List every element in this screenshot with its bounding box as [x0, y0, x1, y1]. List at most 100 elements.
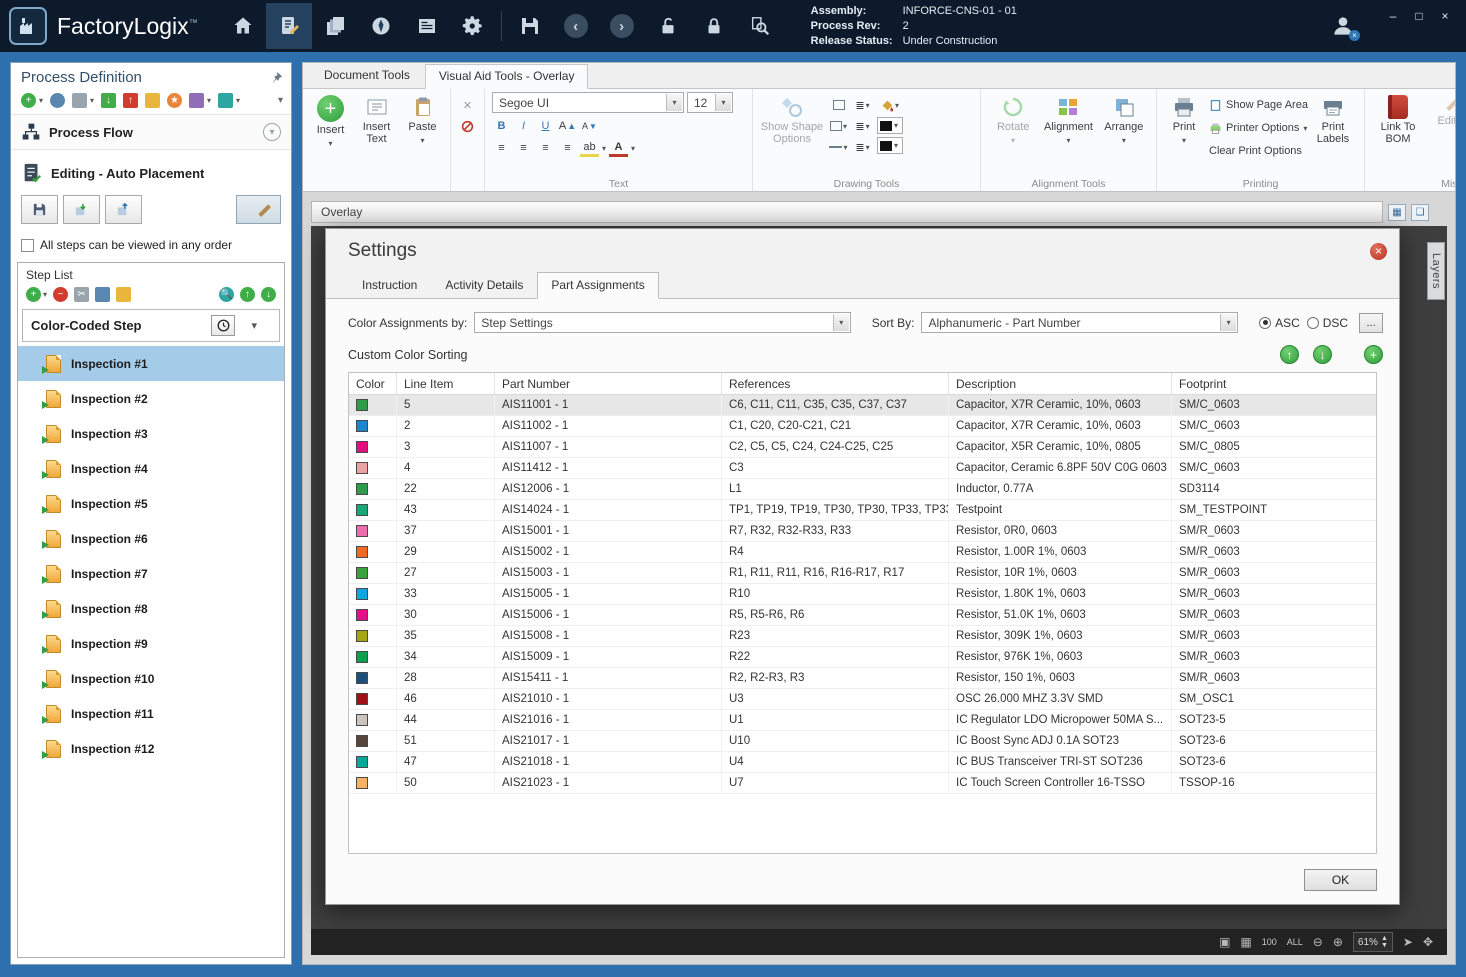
color-swatch[interactable]: [356, 399, 368, 411]
color-swatch[interactable]: [356, 441, 368, 453]
show-shape-options-button[interactable]: Show Shape Options: [760, 92, 824, 145]
table-row[interactable]: 3 AIS11007 - 1 C2, C5, C5, C24, C24-C25,…: [349, 437, 1376, 458]
column-header-references[interactable]: References: [722, 373, 949, 394]
sort-by-select[interactable]: Alphanumeric - Part Number ▾: [921, 312, 1239, 333]
table-row[interactable]: 47 AIS21018 - 1 U4 IC BUS Transceiver TR…: [349, 752, 1376, 773]
chevron-down-icon[interactable]: ▾: [251, 319, 257, 332]
arrange-button[interactable]: Arrange ▾: [1099, 92, 1149, 147]
expand-circle-icon[interactable]: ▾: [263, 123, 281, 141]
ribbon-tab[interactable]: Document Tools: [310, 63, 424, 88]
add-color-button[interactable]: +: [1364, 345, 1383, 364]
import-icon[interactable]: ↓: [101, 93, 117, 108]
export-template-button[interactable]: [105, 195, 142, 224]
step-list-item[interactable]: Inspection #5: [18, 486, 284, 521]
pointer-icon[interactable]: ➤: [1403, 935, 1413, 949]
fit-page-icon[interactable]: ▣: [1219, 935, 1230, 949]
printer-options-button[interactable]: Printer Options ▾: [1209, 119, 1308, 137]
step-list-item[interactable]: Inspection #2: [18, 381, 284, 416]
save-step-button[interactable]: [21, 195, 58, 224]
clear-button[interactable]: [458, 117, 477, 135]
table-row[interactable]: 34 AIS15009 - 1 R22 Resistor, 976K 1%, 0…: [349, 647, 1376, 668]
layers-tab[interactable]: Layers: [1427, 242, 1445, 301]
color-swatch[interactable]: [356, 714, 368, 726]
lock-button[interactable]: [691, 3, 737, 49]
align-right-button[interactable]: ≡: [536, 139, 555, 157]
color-swatch[interactable]: [356, 462, 368, 474]
step-list-item[interactable]: Inspection #7: [18, 556, 284, 591]
edit-button[interactable]: Edit: [1429, 92, 1455, 127]
pin-icon[interactable]: [270, 71, 283, 84]
move-color-down-button[interactable]: ↓: [1313, 345, 1332, 364]
collapse-chevron-icon[interactable]: ▾: [278, 95, 283, 106]
table-row[interactable]: 35 AIS15008 - 1 R23 Resistor, 309K 1%, 0…: [349, 626, 1376, 647]
column-header-color[interactable]: Color: [349, 373, 397, 394]
step-list-item[interactable]: Inspection #12: [18, 731, 284, 766]
highlight-button[interactable]: ab: [580, 139, 599, 157]
dialog-close-button[interactable]: ×: [1370, 242, 1387, 260]
color-swatch[interactable]: [356, 693, 368, 705]
font-color-button[interactable]: A: [609, 139, 629, 157]
step-list-item[interactable]: Inspection #3: [18, 416, 284, 451]
move-step-up-button[interactable]: ↑: [240, 287, 255, 302]
alignment-button[interactable]: Alignment ▾: [1043, 92, 1093, 147]
add-icon[interactable]: +: [21, 93, 36, 108]
inspect-button[interactable]: [737, 3, 783, 49]
move-color-up-button[interactable]: ↑: [1280, 345, 1299, 364]
dialog-tab[interactable]: Activity Details: [431, 272, 537, 299]
align-justify-button[interactable]: ≡: [558, 139, 577, 157]
table-row[interactable]: 2 AIS11002 - 1 C1, C20, C20-C21, C21 Cap…: [349, 416, 1376, 437]
reports-button[interactable]: [404, 3, 450, 49]
table-row[interactable]: 27 AIS15003 - 1 R1, R11, R11, R16, R16-R…: [349, 563, 1376, 584]
align-left-button[interactable]: ≡: [492, 139, 511, 157]
link-to-bom-button[interactable]: Link To BOM: [1372, 92, 1424, 145]
step-list-item[interactable]: Inspection #8: [18, 591, 284, 626]
italic-button[interactable]: I: [514, 117, 533, 135]
shape-rect-button[interactable]: [829, 96, 848, 114]
color-swatch[interactable]: [356, 504, 368, 516]
maximize-button[interactable]: □: [1408, 6, 1430, 26]
color-swatch[interactable]: [356, 609, 368, 621]
clear-print-options-button[interactable]: Clear Print Options: [1209, 142, 1308, 160]
globe-icon[interactable]: [50, 93, 66, 108]
arrow-style-button[interactable]: ≣ ▾: [853, 138, 872, 156]
column-header-footprint[interactable]: Footprint: [1172, 373, 1376, 394]
more-options-button[interactable]: ...: [1359, 312, 1383, 333]
table-row[interactable]: 4 AIS11412 - 1 C3 Capacitor, Ceramic 6.8…: [349, 458, 1376, 479]
navigator-button[interactable]: [358, 3, 404, 49]
show-layers-button[interactable]: ❏: [1411, 203, 1429, 221]
line-style-button[interactable]: ≣ ▾: [853, 117, 872, 135]
column-header-description[interactable]: Description: [949, 373, 1172, 394]
export-icon[interactable]: ↑: [123, 93, 139, 108]
find-step-button[interactable]: 🔍: [219, 287, 234, 302]
table-row[interactable]: 44 AIS21016 - 1 U1 IC Regulator LDO Micr…: [349, 710, 1376, 731]
color-swatch[interactable]: [356, 420, 368, 432]
color-swatch[interactable]: [356, 630, 368, 642]
step-list-item[interactable]: Inspection #1: [18, 346, 284, 381]
step-list-item[interactable]: Inspection #9: [18, 626, 284, 661]
unlock-button[interactable]: [645, 3, 691, 49]
column-header-line-item[interactable]: Line Item: [397, 373, 495, 394]
column-header-part-number[interactable]: Part Number: [495, 373, 722, 394]
show-page-area-button[interactable]: Show Page Area: [1209, 96, 1308, 114]
grid-icon[interactable]: ▦: [1240, 935, 1251, 949]
step-list-item[interactable]: Inspection #11: [18, 696, 284, 731]
asc-radio[interactable]: [1259, 316, 1272, 329]
color-swatch[interactable]: [356, 672, 368, 684]
table-row[interactable]: 37 AIS15001 - 1 R7, R32, R32-R33, R33 Re…: [349, 521, 1376, 542]
fill-bucket-button[interactable]: ▾: [877, 96, 903, 114]
shrink-font-button[interactable]: A ▼: [580, 117, 599, 135]
print-labels-button[interactable]: Print Labels: [1313, 92, 1353, 145]
zoom-spinner-icon[interactable]: ▲ ▼: [1381, 935, 1388, 949]
table-row[interactable]: 28 AIS15411 - 1 R2, R2-R3, R3 Resistor, …: [349, 668, 1376, 689]
zoom-out-icon[interactable]: ⊖: [1313, 935, 1323, 949]
insert-text-button[interactable]: Insert Text: [356, 92, 397, 145]
palette-icon[interactable]: [189, 93, 205, 108]
ribbon-tab[interactable]: Visual Aid Tools - Overlay: [424, 64, 589, 89]
tools-icon[interactable]: [218, 93, 234, 108]
font-family-select[interactable]: Segoe UI ▾: [492, 92, 684, 113]
table-row[interactable]: 43 AIS14024 - 1 TP1, TP19, TP19, TP30, T…: [349, 500, 1376, 521]
asc-radio-option[interactable]: ASC: [1259, 316, 1300, 330]
user-button[interactable]: ×: [1320, 3, 1366, 49]
minimize-button[interactable]: –: [1382, 6, 1404, 26]
edit-step-button[interactable]: [236, 195, 281, 224]
